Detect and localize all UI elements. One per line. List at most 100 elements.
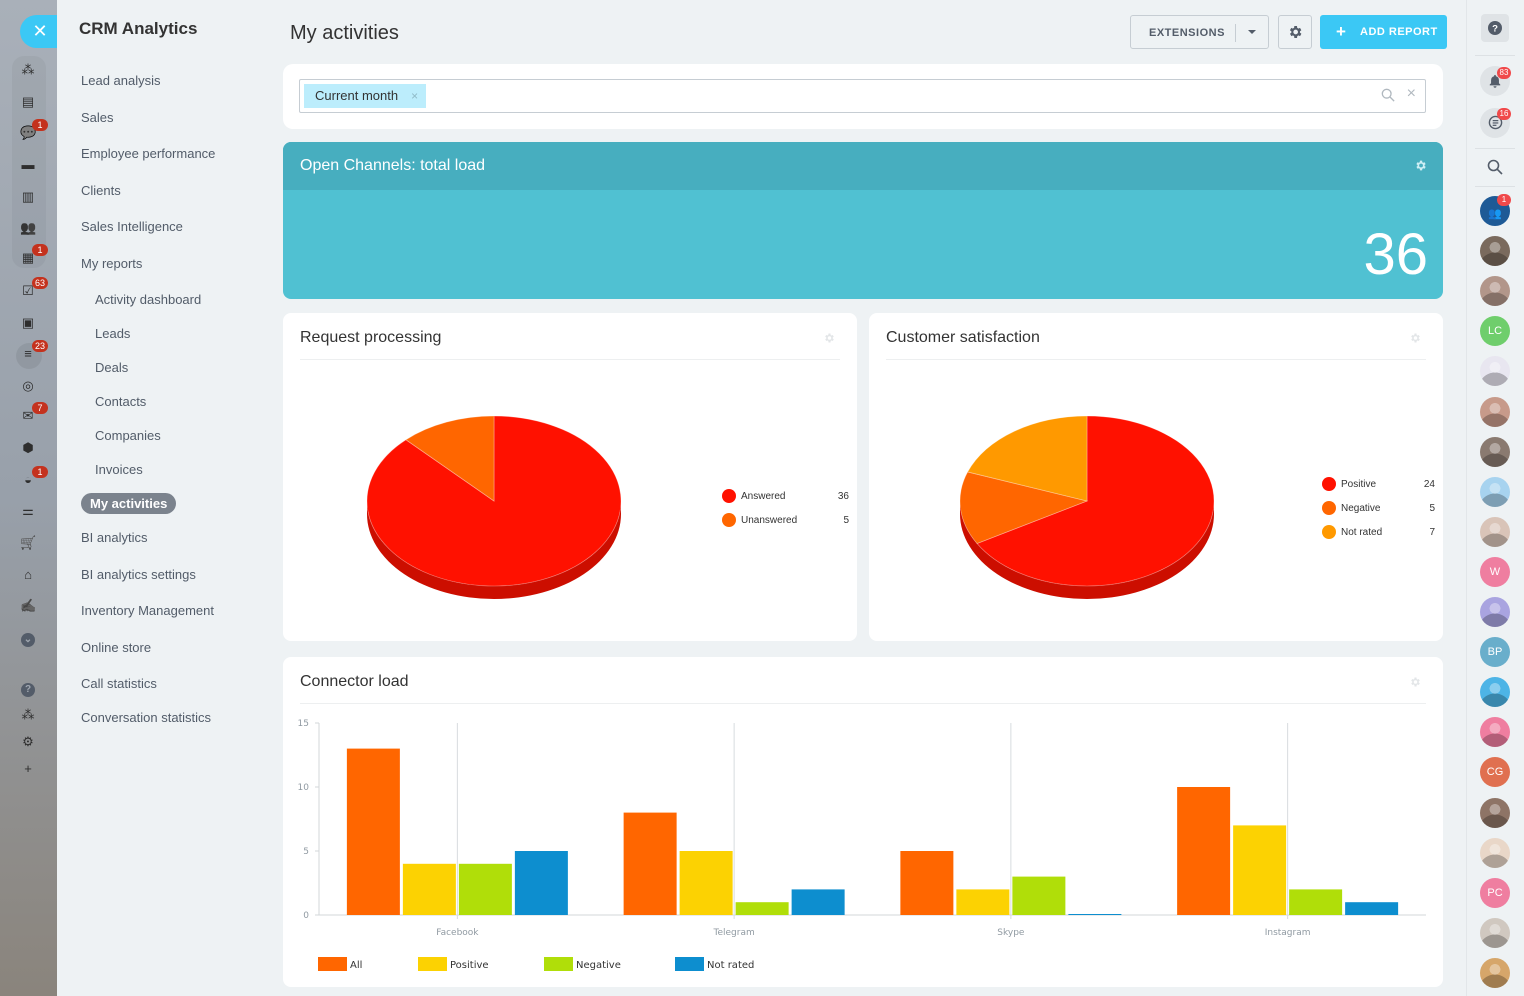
menu-item-contacts[interactable]: Contacts <box>95 394 146 409</box>
bar-skype-not-rated[interactable] <box>1068 914 1122 915</box>
contact-avatar[interactable] <box>1480 597 1510 627</box>
contact-avatar[interactable]: CG <box>1480 757 1510 787</box>
help-button[interactable]: ? <box>1481 14 1509 42</box>
avatar-photo <box>1480 437 1510 467</box>
contact-avatar[interactable] <box>1480 477 1510 507</box>
bar-telegram-positive[interactable] <box>679 851 733 915</box>
bar-facebook-all[interactable] <box>346 748 400 915</box>
clear-filter-icon[interactable]: × <box>1407 85 1416 103</box>
menu-item-activity-dashboard[interactable]: Activity dashboard <box>95 292 201 307</box>
contact-avatar[interactable] <box>1480 838 1510 868</box>
drive-icon[interactable]: ▬ <box>20 157 36 173</box>
menu-item-leads[interactable]: Leads <box>95 326 130 341</box>
bar-instagram-positive[interactable] <box>1233 825 1287 915</box>
contact-avatar[interactable] <box>1480 236 1510 266</box>
menu-item-lead-analysis[interactable]: Lead analysis <box>81 73 161 88</box>
more-icon[interactable]: ⌄ <box>20 630 36 647</box>
bar-facebook-positive[interactable] <box>402 863 456 915</box>
contact-avatar[interactable] <box>1480 717 1510 747</box>
warehouse-icon[interactable]: ⌂ <box>20 567 36 583</box>
target-icon[interactable]: ◎ <box>20 378 36 394</box>
contact-avatar[interactable] <box>1480 397 1510 427</box>
box-icon[interactable]: ⬢ <box>20 440 36 456</box>
add-icon[interactable]: + <box>20 761 36 777</box>
filter-chip-current-month[interactable]: Current month × <box>304 84 427 108</box>
close-menu-button[interactable]: ✕ <box>20 15 60 48</box>
legend-swatch[interactable] <box>544 957 573 971</box>
bar-facebook-not-rated[interactable] <box>514 851 568 915</box>
menu-item-bi-analytics[interactable]: BI analytics <box>81 530 147 545</box>
cart-icon[interactable]: 🛒 <box>20 535 36 551</box>
bar-facebook-negative[interactable] <box>458 863 512 915</box>
menu-item-clients[interactable]: Clients <box>81 183 121 198</box>
legend-swatch[interactable] <box>318 957 347 971</box>
menu-item-sales-intelligence[interactable]: Sales Intelligence <box>81 219 183 234</box>
gear-icon[interactable] <box>1414 159 1427 177</box>
bar-skype-all[interactable] <box>900 851 954 915</box>
y-tick-label: 10 <box>298 783 310 793</box>
legend-swatch[interactable] <box>418 957 447 971</box>
legend-label[interactable]: Negative <box>576 960 621 971</box>
contact-avatar[interactable] <box>1480 958 1510 988</box>
contact-card-icon[interactable]: ▣ <box>20 315 36 331</box>
menu-item-online-store[interactable]: Online store <box>81 640 151 655</box>
contact-avatar[interactable] <box>1480 677 1510 707</box>
sitemap-icon[interactable]: ⁂ <box>20 62 36 78</box>
menu-item-companies[interactable]: Companies <box>95 428 161 443</box>
contact-avatar[interactable] <box>1480 276 1510 306</box>
bar-instagram-all[interactable] <box>1177 787 1231 915</box>
menu-item-sales[interactable]: Sales <box>81 110 114 125</box>
chat-badge: 1 <box>1497 194 1511 206</box>
news-feed-icon[interactable]: ▤ <box>20 94 36 110</box>
contact-avatar[interactable]: PC <box>1480 878 1510 908</box>
search-icon[interactable] <box>1381 88 1395 107</box>
menu-item-invoices[interactable]: Invoices <box>95 462 143 477</box>
filter-search-input[interactable]: Current month × × <box>299 79 1426 113</box>
legend-dot <box>1322 525 1336 539</box>
contact-avatar[interactable] <box>1480 437 1510 467</box>
contact-avatar[interactable]: BP <box>1480 637 1510 667</box>
document-icon[interactable]: ▥ <box>20 189 36 205</box>
contact-avatar[interactable] <box>1480 798 1510 828</box>
chevron-down-icon[interactable] <box>1248 30 1256 34</box>
extensions-button[interactable]: EXTENSIONS <box>1130 15 1269 49</box>
sliders-icon[interactable]: ⚌ <box>20 503 36 519</box>
settings-button[interactable] <box>1278 15 1312 49</box>
filter-chip-label: Current month <box>315 88 399 103</box>
menu-item-my-reports[interactable]: My reports <box>81 256 142 271</box>
signature-icon[interactable]: ✍ <box>20 598 36 614</box>
legend-swatch[interactable] <box>675 957 704 971</box>
legend-dot <box>1322 501 1336 515</box>
bar-telegram-negative[interactable] <box>735 902 789 915</box>
menu-item-deals[interactable]: Deals <box>95 360 128 375</box>
menu-item-my-activities[interactable]: My activities <box>81 493 177 514</box>
bar-skype-negative[interactable] <box>1012 876 1066 915</box>
remove-chip-icon[interactable]: × <box>411 84 418 108</box>
menu-item-bi-analytics-settings[interactable]: BI analytics settings <box>81 567 196 582</box>
menu-item-call-statistics[interactable]: Call statistics <box>81 676 157 691</box>
menu-item-conversation-statistics[interactable]: Conversation statistics <box>81 710 211 725</box>
menu-item-inventory-management[interactable]: Inventory Management <box>81 603 214 618</box>
groups-icon[interactable]: 👥 <box>20 220 36 236</box>
legend-label[interactable]: All <box>350 960 362 971</box>
search-contacts-button[interactable] <box>1487 159 1503 180</box>
contact-avatar[interactable] <box>1480 517 1510 547</box>
contact-avatar[interactable]: LC <box>1480 316 1510 346</box>
right-rail-separator <box>1475 55 1515 56</box>
bar-telegram-not-rated[interactable] <box>791 889 845 915</box>
help-icon[interactable]: ? <box>20 680 36 697</box>
contact-avatar[interactable]: W <box>1480 557 1510 587</box>
bar-skype-positive[interactable] <box>956 889 1010 915</box>
connector-load-widget: Connector load 0 5 10 15 Facebook Telegram Sky… <box>283 657 1443 987</box>
settings-icon[interactable]: ⚙ <box>20 734 36 750</box>
contact-avatar[interactable] <box>1480 918 1510 948</box>
legend-label[interactable]: Not rated <box>707 960 754 971</box>
bar-telegram-all[interactable] <box>623 812 677 915</box>
legend-label[interactable]: Positive <box>450 960 489 971</box>
bar-instagram-negative[interactable] <box>1289 889 1343 915</box>
bar-instagram-not-rated[interactable] <box>1345 902 1399 915</box>
structure-icon[interactable]: ⁂ <box>20 707 36 723</box>
contact-avatar[interactable] <box>1480 356 1510 386</box>
menu-item-employee-performance[interactable]: Employee performance <box>81 146 215 161</box>
add-report-button[interactable]: + ADD REPORT <box>1320 15 1447 49</box>
